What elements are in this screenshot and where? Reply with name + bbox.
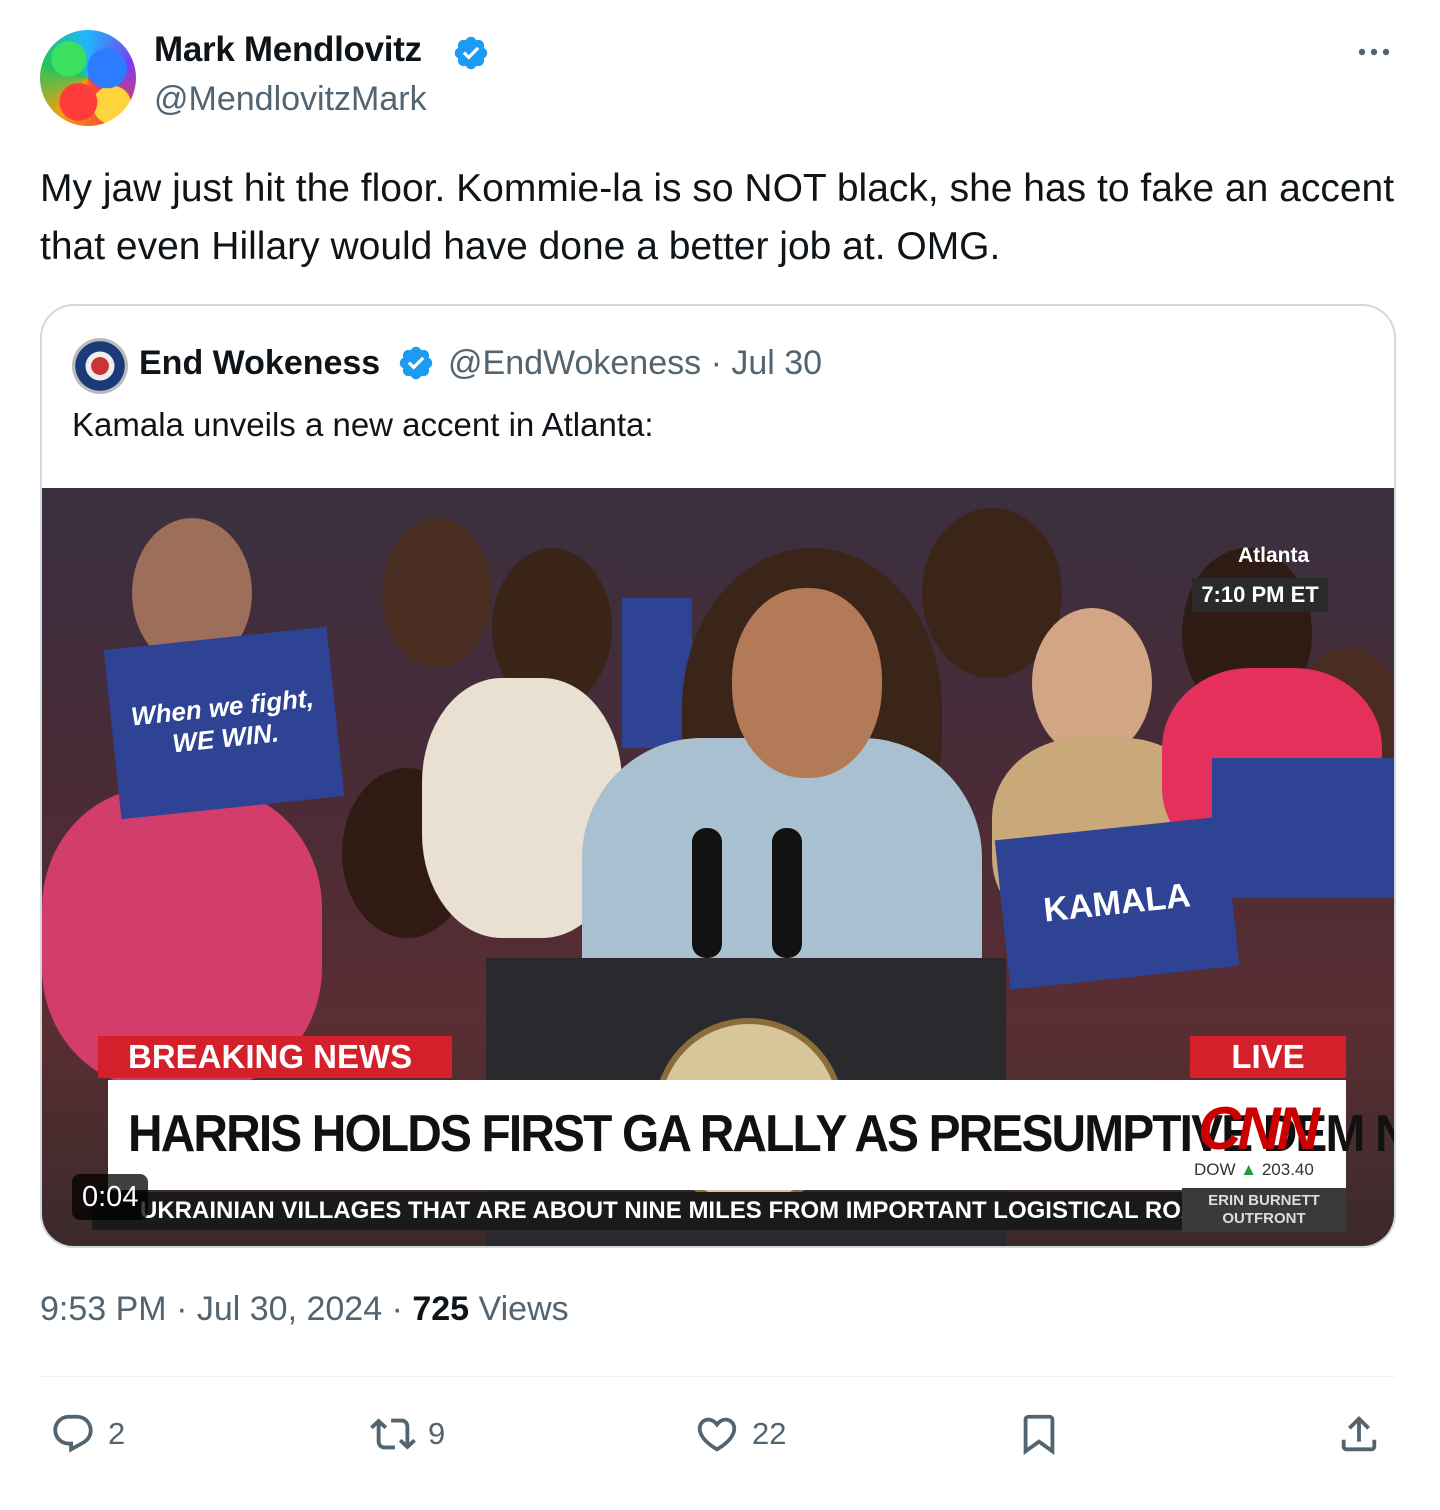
rally-sign-blank [1212, 758, 1394, 898]
reply-button[interactable]: 2 [50, 1404, 125, 1464]
video-duration: 0:04 [72, 1174, 149, 1220]
dow-value: 203.40 [1261, 1160, 1314, 1179]
cnn-logo: CNN [1198, 1095, 1320, 1162]
quoted-author-name[interactable]: End Wokeness [139, 344, 380, 383]
live-banner: LIVE [1190, 1036, 1346, 1078]
tweet-detail: Mark Mendlovitz @MendlovitzMark My jaw j… [0, 0, 1440, 1510]
speaker-face [732, 588, 882, 778]
up-arrow-icon: ▲ [1240, 1160, 1262, 1179]
repost-count: 9 [428, 1416, 446, 1451]
bookmark-button[interactable] [1016, 1404, 1062, 1464]
dow-label: DOW [1194, 1160, 1236, 1179]
quoted-tweet-card[interactable]: End Wokeness @EndWokeness · Jul 30 Kamal… [40, 304, 1396, 1248]
show-name: ERIN BURNETT OUTFRONT [1182, 1188, 1346, 1232]
video-broadcast-time: 7:10 PM ET [1192, 578, 1328, 612]
author-avatar[interactable] [40, 30, 136, 126]
breaking-news-banner: BREAKING NEWS [98, 1036, 452, 1078]
quoted-tweet-text: Kamala unveils a new accent in Atlanta: [72, 406, 654, 443]
bookmark-icon [1023, 1414, 1055, 1455]
news-ticker: UKRAINIAN VILLAGES THAT ARE ABOUT NINE M… [92, 1192, 1182, 1230]
tweet-timestamp: 9:53 PM · Jul 30, 2024 · 725 Views [40, 1290, 569, 1329]
repost-icon [370, 1418, 416, 1450]
meta-separator: · [391, 1290, 413, 1328]
author-name[interactable]: Mark Mendlovitz [154, 30, 422, 70]
more-options-icon[interactable] [1354, 40, 1394, 64]
quoted-author-meta: @EndWokeness · Jul 30 [448, 344, 822, 383]
tweet-date[interactable]: Jul 30, 2024 [197, 1290, 382, 1328]
quoted-author-handle[interactable]: @EndWokeness [448, 344, 701, 382]
like-button[interactable]: 22 [694, 1404, 786, 1464]
headline-banner: HARRIS HOLDS FIRST GA RALLY AS PRESUMPTI… [108, 1080, 1394, 1190]
quoted-tweet-date[interactable]: Jul 30 [731, 344, 822, 382]
like-count: 22 [752, 1416, 787, 1451]
rally-sign-left: When we fight, WE WIN. [103, 626, 345, 820]
views-label: Views [478, 1290, 569, 1328]
dow-indicator: DOW ▲ 203.40 [1194, 1160, 1314, 1180]
heart-icon [697, 1417, 737, 1452]
author-handle[interactable]: @MendlovitzMark [154, 80, 427, 119]
actions-divider [40, 1376, 1396, 1377]
crowd-figure [1032, 608, 1152, 758]
microphone [692, 828, 722, 958]
reply-icon [53, 1414, 93, 1453]
share-button[interactable] [1336, 1404, 1382, 1464]
video-player[interactable]: When we fight, WE WIN. KAMALA Atlanta 7:… [42, 488, 1394, 1246]
share-icon [1341, 1415, 1377, 1452]
quoted-author-avatar[interactable] [72, 338, 128, 394]
views-count: 725 [412, 1290, 470, 1328]
meta-separator: · [710, 344, 732, 382]
meta-separator: · [176, 1290, 197, 1328]
verified-badge-icon [454, 36, 488, 70]
repost-button[interactable]: 9 [370, 1404, 445, 1464]
reply-count: 2 [108, 1416, 126, 1451]
tweet-text: My jaw just hit the floor. Kommie-la is … [40, 167, 1395, 268]
microphone [772, 828, 802, 958]
quoted-verified-badge-icon [399, 346, 433, 380]
video-location: Atlanta [1238, 544, 1310, 567]
crowd-figure [382, 518, 492, 668]
rally-sign-right: KAMALA [994, 816, 1240, 990]
tweet-time[interactable]: 9:53 PM [40, 1290, 167, 1328]
